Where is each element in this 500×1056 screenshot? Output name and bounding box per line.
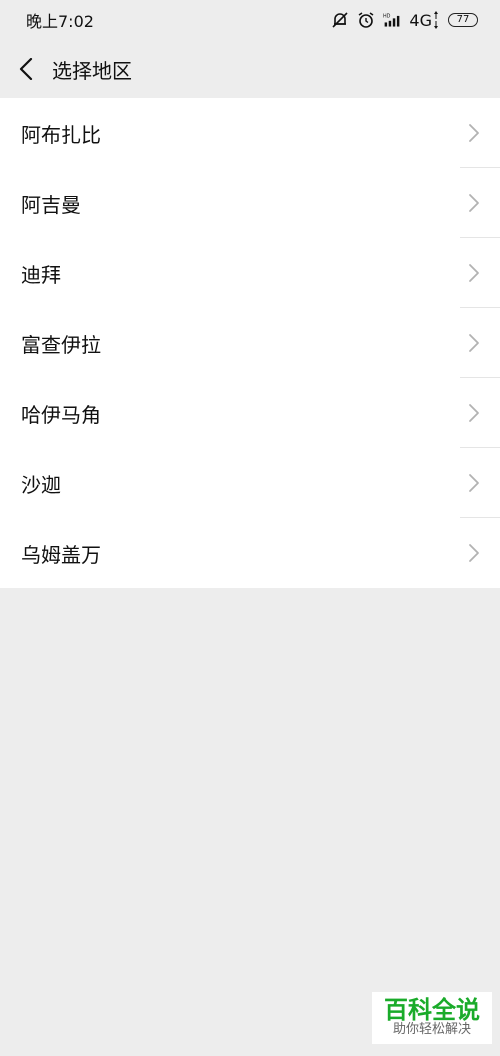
list-item-ajman[interactable]: 阿吉曼 (0, 168, 500, 238)
list-item-label: 阿吉曼 (21, 192, 81, 217)
list-item-sharjah[interactable]: 沙迦 (0, 448, 500, 518)
list-item-ras-al-khaimah[interactable]: 哈伊马角 (0, 378, 500, 448)
list-item-umm-al-quwain[interactable]: 乌姆盖万 (0, 518, 500, 588)
chevron-right-icon (469, 194, 479, 212)
list-item-label: 迪拜 (21, 262, 61, 287)
header: 选择地区 (0, 40, 500, 98)
watermark-subtitle: 助你轻松解决 (392, 1022, 471, 1038)
watermark-logo: 百科全说 助你轻松解决 (372, 992, 492, 1044)
chevron-right-icon (469, 404, 479, 422)
svg-text:HD: HD (383, 14, 391, 20)
network-type: 4G (409, 11, 440, 30)
region-list: 阿布扎比 阿吉曼 迪拜 富查伊拉 哈伊马角 沙迦 乌姆盖万 (0, 98, 500, 588)
list-item-label: 富查伊拉 (21, 332, 101, 357)
hd-signal-icon: HD (383, 11, 401, 29)
chevron-right-icon (469, 544, 479, 562)
list-item-fujairah[interactable]: 富查伊拉 (0, 308, 500, 378)
chevron-left-icon (19, 58, 33, 80)
watermark-title: 百科全说 (384, 996, 480, 1025)
chevron-right-icon (469, 264, 479, 282)
back-button[interactable] (14, 57, 38, 81)
chevron-right-icon (469, 474, 479, 492)
battery-icon: 77 (448, 13, 478, 27)
battery-level: 77 (456, 14, 470, 25)
chevron-right-icon (469, 334, 479, 352)
screen: 晚上7:02 HD 4G 77 选择地区 阿布扎比 阿吉曼 迪拜 富查伊拉 哈伊… (0, 0, 500, 1056)
status-icons: HD 4G 77 (331, 11, 478, 30)
list-item-dubai[interactable]: 迪拜 (0, 238, 500, 308)
list-item-label: 乌姆盖万 (21, 542, 101, 567)
list-item-label: 哈伊马角 (21, 402, 101, 427)
network-up-down-icon (434, 11, 438, 29)
notifications-off-icon (331, 11, 349, 29)
list-item-label: 阿布扎比 (21, 122, 101, 147)
chevron-right-icon (469, 124, 479, 142)
list-item-label: 沙迦 (21, 472, 61, 497)
alarm-icon (357, 11, 375, 29)
list-item-abu-dhabi[interactable]: 阿布扎比 (0, 98, 500, 168)
page-title: 选择地区 (52, 58, 132, 83)
status-bar: 晚上7:02 HD 4G 77 (0, 0, 500, 40)
status-time: 晚上7:02 (26, 12, 94, 31)
